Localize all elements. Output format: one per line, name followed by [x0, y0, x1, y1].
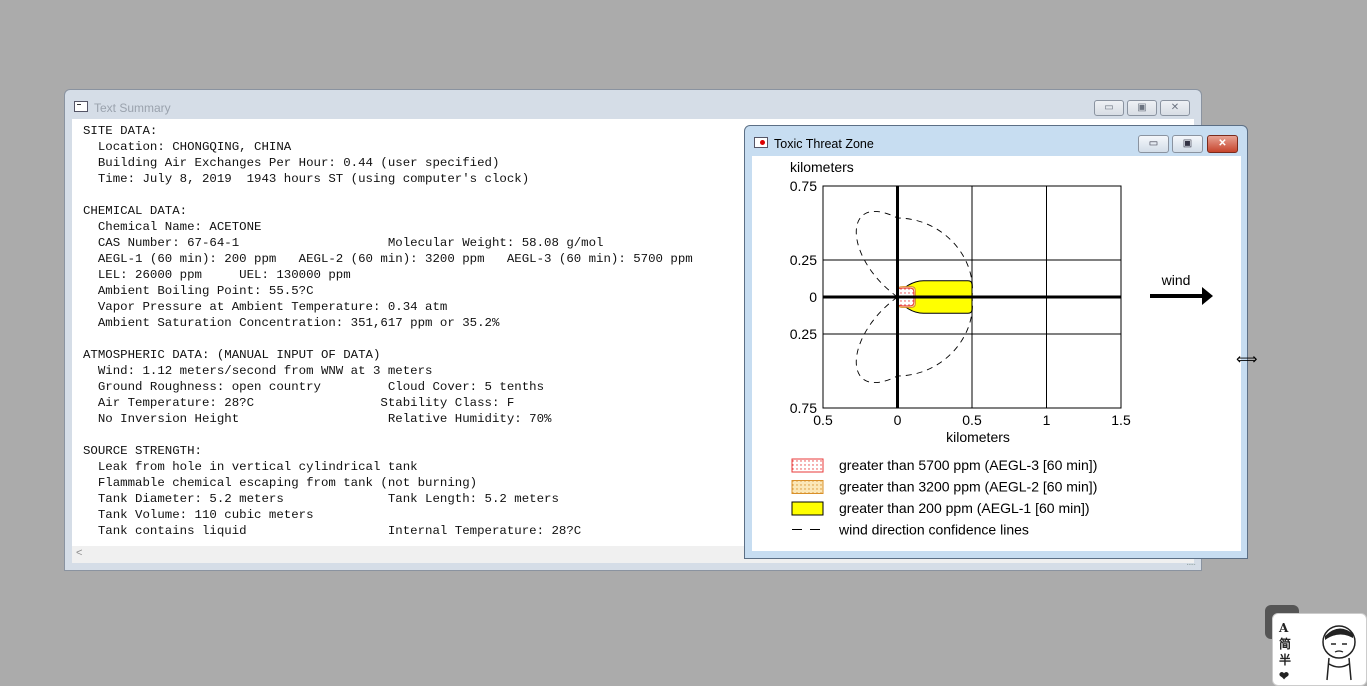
heart-icon: ❤	[1279, 669, 1290, 683]
close-button[interactable]: ✕	[1207, 135, 1238, 153]
window-title: Text Summary	[94, 101, 171, 115]
legend-swatch-3	[791, 501, 824, 516]
wind-label: wind	[1161, 272, 1191, 288]
y-tick-label: 0.75	[790, 400, 817, 416]
threat-zone-titlebar[interactable]: Toxic Threat Zone ▭ ▣ ✕	[745, 126, 1247, 156]
helper-char: 简	[1279, 637, 1292, 651]
legend-swatch-2	[791, 480, 824, 494]
maximize-button[interactable]: ▣	[1172, 135, 1203, 153]
y-tick-label: 0.75	[790, 178, 817, 194]
close-button[interactable]: ✕	[1160, 100, 1190, 116]
minimize-button[interactable]: ▭	[1094, 100, 1124, 116]
helper-card[interactable]: A 简 半 ❤	[1272, 613, 1367, 686]
scroll-left-arrow[interactable]: <	[76, 547, 82, 559]
x-tick-label: 0	[894, 412, 902, 428]
threat-zone-window: Toxic Threat Zone ▭ ▣ ✕ 0.5 0 0.5 1 1.5 0.75 0…	[744, 125, 1248, 559]
legend-label: greater than 200 ppm (AEGL-1 [60 min])	[839, 500, 1090, 516]
legend-label: greater than 5700 ppm (AEGL-3 [60 min])	[839, 457, 1097, 473]
helper-widget[interactable]: A 简 半 ❤	[1265, 605, 1367, 686]
text-summary-titlebar[interactable]: Text Summary ▭ ▣ ✕	[65, 90, 1201, 120]
x-tick-label: 0.5	[962, 412, 982, 428]
maximize-button[interactable]: ▣	[1127, 100, 1157, 116]
helper-char: 半	[1279, 653, 1292, 667]
x-tick-label: 1.5	[1111, 412, 1131, 428]
legend-label: greater than 3200 ppm (AEGL-2 [60 min])	[839, 479, 1097, 495]
x-tick-label: 1	[1043, 412, 1051, 428]
legend-swatch-1	[791, 458, 824, 473]
aloha-app-icon	[754, 137, 768, 148]
minimize-button[interactable]: ▭	[1138, 135, 1169, 153]
threat-zone-plot-area: 0.5 0 0.5 1 1.5 0.75 0.25 0 0.25 0.75 kilometers …	[752, 156, 1241, 551]
window-title: Toxic Threat Zone	[774, 137, 874, 151]
y-tick-label: 0	[809, 289, 817, 305]
x-axis-unit-label: kilometers	[946, 429, 1010, 445]
window-app-icon	[74, 101, 88, 112]
threat-zone-chart: 0.5 0 0.5 1 1.50.750.2500.250.75 kilometers …	[790, 159, 1213, 538]
helper-card-text: A 简 半 ❤	[1279, 620, 1293, 684]
wind-arrow-icon	[1150, 287, 1213, 305]
y-tick-label: 0.25	[790, 326, 817, 342]
helper-char: A	[1279, 621, 1289, 635]
y-tick-label: 0.25	[790, 252, 817, 268]
cartoon-character-icon	[1322, 625, 1356, 681]
resize-cursor-icon: ⟺	[1236, 351, 1258, 368]
y-axis-unit-label: kilometers	[790, 159, 854, 175]
legend-label: wind direction confidence lines	[838, 522, 1029, 538]
